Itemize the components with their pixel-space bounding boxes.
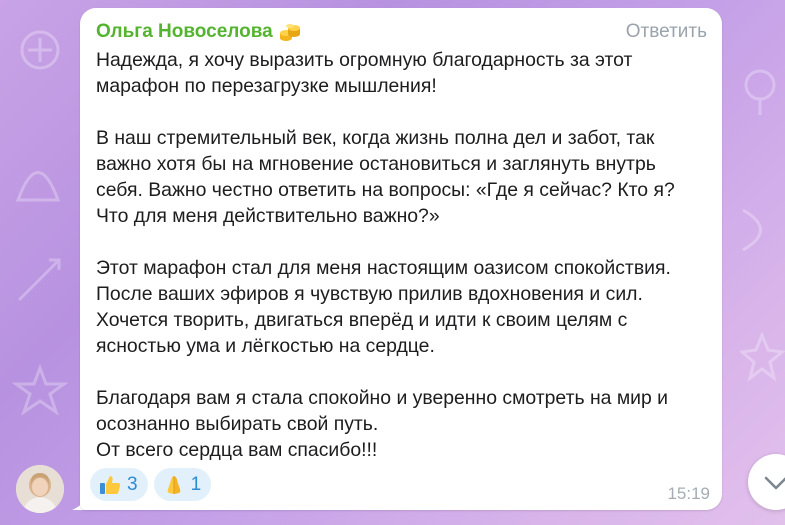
sender-avatar[interactable] <box>16 465 64 513</box>
reaction-count: 1 <box>190 473 202 495</box>
message-line: ясностью ума и лёгкостью на сердце. <box>96 335 435 357</box>
message-line: важно хотя бы на мгновение остановиться … <box>96 153 656 175</box>
reaction-praying-hands[interactable]: 1 <box>153 468 212 501</box>
background-doodle <box>11 363 69 416</box>
avatar-photo <box>16 465 64 513</box>
message-line: От всего сердца вам спасибо!!! <box>96 439 378 461</box>
chevron-down-icon <box>764 476 785 490</box>
reaction-thumbs-up[interactable]: 3 <box>90 468 148 501</box>
message-line: В наш стремительный век, когда жизнь пол… <box>96 127 655 149</box>
message-line: себя. Важно честно ответить на вопросы: … <box>96 179 675 201</box>
message-line: Благодаря вам я стала спокойно и уверенн… <box>96 387 668 409</box>
coins-emoji-icon <box>279 24 300 41</box>
background-doodle <box>20 30 60 70</box>
background-doodle <box>744 69 776 115</box>
praying-hands-icon <box>167 475 180 494</box>
reaction-count: 3 <box>127 473 138 495</box>
message-line: марафон по перезагрузке мышления! <box>96 75 437 97</box>
message-line: Надежда, я хочу выразить огромную благод… <box>96 49 633 71</box>
message-line: осознанно выбирать свой путь. <box>96 413 379 435</box>
sender-name[interactable]: Ольга Новоселова <box>96 21 273 43</box>
message-line: Что для меня действительно важно?» <box>96 205 440 227</box>
message-line: Этот марафон стал для меня настоящим оаз… <box>96 257 671 279</box>
message-time: 15:19 <box>667 484 710 503</box>
background-doodle <box>742 208 762 252</box>
background-doodle <box>15 171 61 202</box>
scroll-to-bottom-button[interactable] <box>748 454 785 510</box>
reactions-bar: 3 1 <box>90 468 212 501</box>
background-doodle <box>740 330 785 382</box>
reply-button[interactable]: Ответить <box>626 21 707 43</box>
message-line: После ваших эфиров я чувствую прилив вдо… <box>96 283 643 305</box>
background-doodle <box>17 258 61 302</box>
message-sender[interactable]: Ольга Новоселова <box>96 21 301 43</box>
message-text: Надежда, я хочу выразить огромную благод… <box>96 47 706 463</box>
thumbs-up-icon <box>100 475 121 494</box>
message-line: Хочется творить, двигаться вперёд и идти… <box>96 309 628 331</box>
